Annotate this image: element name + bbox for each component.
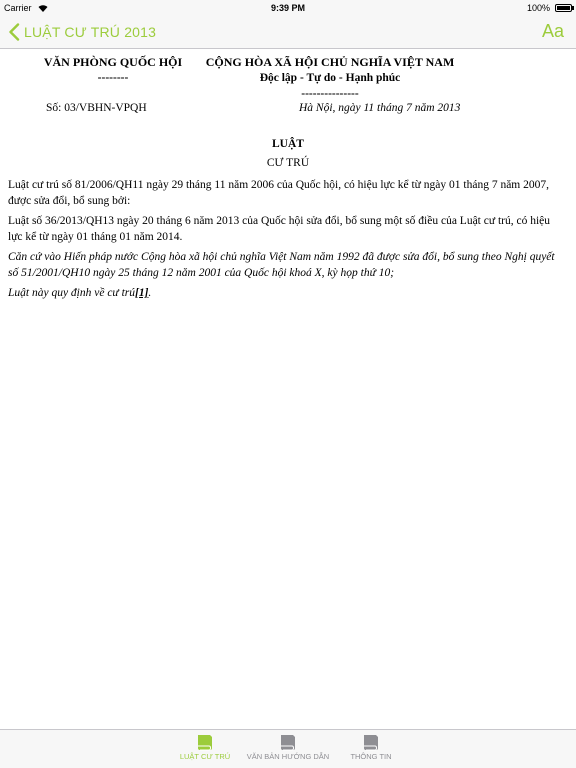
law-book-icon: [198, 735, 212, 751]
document-title: LUẬT: [272, 138, 304, 150]
tab-luat-cu-tru[interactable]: LUẬT CƯ TRÚ: [160, 733, 250, 767]
document-date: Hà Nội, ngày 11 tháng 7 năm 2013: [299, 102, 461, 114]
tab-label: LUẬT CƯ TRÚ: [179, 752, 231, 761]
paragraph-scope-end: .: [148, 287, 152, 299]
paragraph-scope: Luật này quy định về cư trú[1].: [8, 285, 564, 301]
status-bar: Carrier 9:39 PM 100%: [0, 0, 576, 16]
navigation-bar: LUẬT CƯ TRÚ 2013 Aa: [0, 16, 576, 49]
font-size-button[interactable]: Aa: [542, 21, 564, 42]
paragraph-legal-basis: Căn cứ vào Hiến pháp nước Cộng hòa xã hộ…: [8, 251, 555, 279]
tab-bar: LUẬT CƯ TRÚ VĂN BẢN HƯỚNG DẪN THÔNG TIN: [0, 729, 576, 768]
battery-percentage: 100%: [526, 3, 550, 13]
national-header: CỘNG HÒA XÃ HỘI CHỦ NGHĨA VIỆT NAM Độc l…: [180, 54, 480, 102]
paragraph-amending-law: Luật số 36/2013/QH13 ngày 20 tháng 6 năm…: [8, 215, 551, 243]
back-button-label: LUẬT CƯ TRÚ 2013: [24, 24, 157, 40]
document-content: VĂN PHÒNG QUỐC HỘI -------- CỘNG HÒA XÃ …: [0, 49, 576, 730]
issuer-name: VĂN PHÒNG QUỐC HỘI: [43, 55, 183, 69]
issuer-block: VĂN PHÒNG QUỐC HỘI --------: [24, 54, 202, 86]
document-icon: [281, 735, 295, 751]
tab-van-ban-huong-dan[interactable]: VĂN BẢN HƯỚNG DẪN: [243, 733, 333, 767]
document-subtitle: CƯ TRÚ: [266, 157, 310, 169]
battery-tip: [572, 6, 574, 10]
status-time: 9:39 PM: [270, 3, 305, 13]
paragraph-original-law: Luật cư trú số 81/2006/QH11 ngày 29 thán…: [8, 179, 549, 207]
chevron-left-icon: [9, 23, 20, 41]
back-button[interactable]: LUẬT CƯ TRÚ 2013: [8, 22, 156, 42]
issuer-divider: --------: [97, 72, 129, 84]
battery-icon: [555, 4, 572, 12]
tab-label: THÔNG TIN: [350, 752, 392, 761]
info-icon: [364, 735, 378, 751]
footnote-link[interactable]: [1]: [135, 287, 148, 299]
tab-label: VĂN BẢN HƯỚNG DẪN: [246, 752, 330, 761]
country-name: CỘNG HÒA XÃ HỘI CHỦ NGHĨA VIỆT NAM: [205, 55, 455, 69]
tab-thong-tin[interactable]: THÔNG TIN: [326, 733, 416, 767]
document-number: Số: 03/VBHN-VPQH: [46, 102, 147, 114]
national-motto: Độc lập - Tự do - Hạnh phúc: [259, 72, 401, 84]
paragraph-scope-text: Luật này quy định về cư trú: [8, 287, 135, 299]
